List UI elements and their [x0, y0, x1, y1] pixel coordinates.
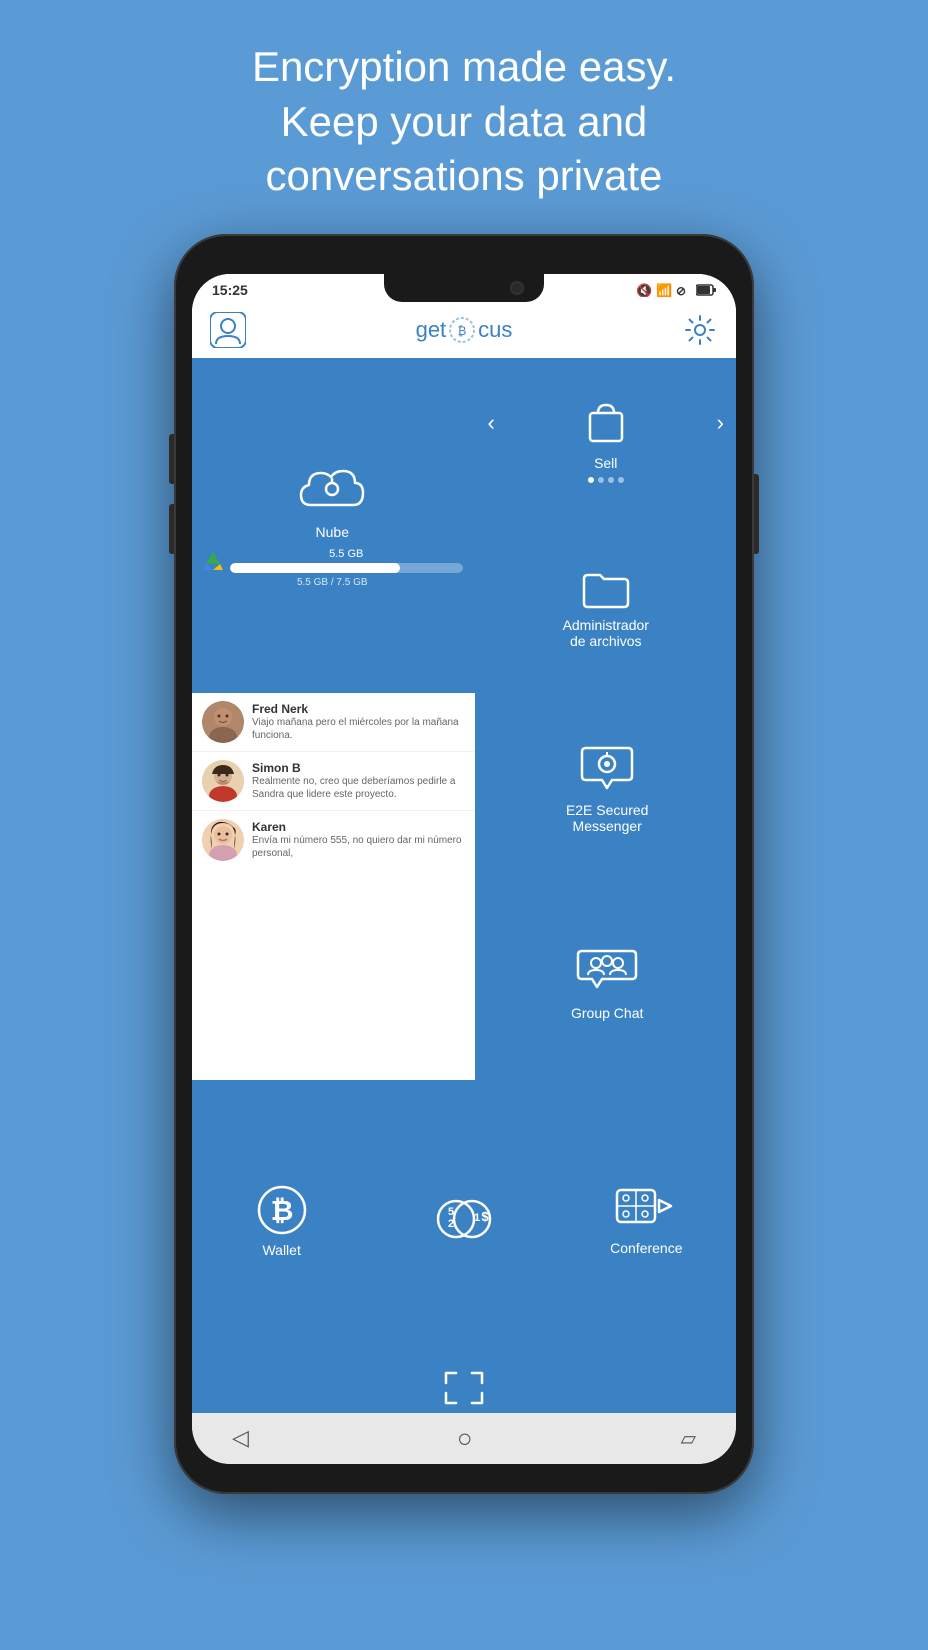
e2e-icon	[578, 744, 636, 796]
shop-cell[interactable]: ‹ › Sell	[476, 358, 737, 523]
cloud-icon	[297, 463, 367, 518]
dot-3	[608, 477, 614, 483]
fred-info: Fred Nerk Viajo mañana pero el miércoles…	[252, 702, 465, 742]
group-chat-cell[interactable]: Group Chat	[478, 888, 736, 1080]
col-right-top: ‹ › Sell	[476, 358, 737, 690]
files-cell[interactable]: Administrador de archivos	[476, 525, 737, 690]
simon-avatar-svg	[202, 760, 244, 802]
battery-icon	[696, 283, 716, 297]
phone-btn-right	[754, 474, 759, 554]
scan-bar[interactable]	[192, 1363, 736, 1413]
dot-4	[618, 477, 624, 483]
group-chat-label: Group Chat	[571, 1005, 643, 1021]
col-right-messenger: E2E Secured Messenger G	[478, 693, 736, 1080]
mute-icon: 🔇	[636, 283, 652, 297]
hero-text: Encryption made easy. Keep your data and…	[172, 0, 756, 234]
shop-prev-icon[interactable]: ‹	[488, 410, 495, 436]
main-grid: Nube 5.5 GB	[192, 358, 736, 1413]
svg-text:1: 1	[474, 1212, 480, 1224]
contact-simon[interactable]: Simon B Realmente no, creo que deberíamo…	[192, 752, 475, 811]
wallet-cell[interactable]: ₿ Wallet	[192, 1083, 371, 1360]
status-time: 15:25	[212, 282, 248, 298]
contact-fred[interactable]: Fred Nerk Viajo mañana pero el miércoles…	[192, 693, 475, 752]
fred-avatar-svg	[202, 701, 244, 743]
e2e-cell[interactable]: E2E Secured Messenger	[478, 693, 736, 885]
files-label: Administrador de archivos	[563, 617, 649, 649]
simon-msg: Realmente no, creo que deberíamos pedirl…	[252, 775, 465, 801]
nube-cell[interactable]: Nube 5.5 GB	[192, 358, 473, 690]
conference-icon	[615, 1186, 677, 1234]
top-nav: get ₿ cus	[192, 302, 736, 358]
logo-icon: ₿	[448, 316, 476, 344]
camera-dot	[510, 281, 524, 295]
bitcoin-icon: ₿	[256, 1184, 308, 1236]
shop-dots	[588, 477, 624, 483]
logo-cus: cus	[478, 317, 512, 343]
dot-2	[598, 477, 604, 483]
storage-info: 5.5 GB	[230, 548, 463, 573]
simon-name: Simon B	[252, 761, 465, 775]
profile-icon[interactable]	[210, 312, 246, 348]
nube-label: Nube	[316, 524, 349, 540]
scan-icon	[442, 1369, 486, 1407]
simon-info: Simon B Realmente no, creo que deberíamo…	[252, 761, 465, 801]
shop-nav: ‹ ›	[476, 397, 737, 449]
conference-label: Conference	[610, 1240, 682, 1256]
progress-bar-fill	[230, 563, 400, 573]
storage-row: 5.5 GB	[202, 548, 463, 573]
svg-text:2: 2	[448, 1218, 454, 1230]
fred-avatar	[202, 701, 244, 743]
status-icons: 🔇 📶 ⊘	[636, 283, 716, 297]
fred-name: Fred Nerk	[252, 702, 465, 716]
coins-cell[interactable]: 5 2 1 $	[374, 1083, 553, 1360]
wallet-label: Wallet	[262, 1242, 300, 1258]
contact-karen[interactable]: Karen Envía mi número 555, no quiero dar…	[192, 811, 475, 869]
shop-label: Sell	[594, 455, 617, 471]
google-drive-icon	[202, 550, 224, 572]
svg-text:₿: ₿	[458, 324, 467, 338]
karen-msg: Envía mi número 555, no quiero dar mi nú…	[252, 834, 465, 860]
svg-text:🔇: 🔇	[636, 283, 652, 297]
karen-avatar-svg	[202, 819, 244, 861]
progress-bar-wrap	[230, 563, 463, 573]
row-messenger: Fred Nerk Viajo mañana pero el miércoles…	[192, 693, 736, 1080]
shop-next-icon[interactable]: ›	[717, 410, 724, 436]
karen-avatar	[202, 819, 244, 861]
back-button[interactable]: ◁	[232, 1425, 249, 1451]
shop-bag-icon	[582, 397, 630, 449]
wifi-icon: 📶	[656, 283, 672, 297]
contacts-cell: Fred Nerk Viajo mañana pero el miércoles…	[192, 693, 475, 1080]
storage-used: 5.5 GB	[230, 548, 463, 560]
svg-text:$: $	[481, 1209, 489, 1224]
notch	[384, 274, 544, 302]
phone-btn-left1	[169, 434, 174, 484]
phone-wrapper: 15:25 🔇 📶 ⊘ get	[174, 234, 754, 1494]
e2e-label: E2E Secured Messenger	[566, 802, 649, 834]
group-chat-icon	[576, 947, 638, 999]
settings-icon[interactable]	[682, 312, 718, 348]
svg-text:5: 5	[448, 1206, 454, 1218]
bottom-bar: ◁ ○ ▱	[192, 1413, 736, 1464]
home-button[interactable]: ○	[457, 1423, 473, 1454]
folder-icon	[580, 567, 632, 611]
karen-name: Karen	[252, 820, 465, 834]
coins-icon: 5 2 1 $	[434, 1195, 494, 1247]
dnd-icon: ⊘	[676, 283, 692, 297]
simon-avatar	[202, 760, 244, 802]
fred-msg: Viajo mañana pero el miércoles por la ma…	[252, 716, 465, 742]
logo-get: get	[416, 317, 447, 343]
karen-info: Karen Envía mi número 555, no quiero dar…	[252, 820, 465, 860]
svg-text:₿: ₿	[270, 1195, 293, 1226]
row-top: Nube 5.5 GB	[192, 358, 736, 690]
conference-cell[interactable]: Conference	[557, 1083, 736, 1360]
phone-btn-left2	[169, 504, 174, 554]
svg-text:⊘: ⊘	[676, 284, 686, 297]
row-bottom: ₿ Wallet 5 2 1 $	[192, 1083, 736, 1360]
storage-sub: 5.5 GB / 7.5 GB	[297, 577, 368, 588]
app-logo: get ₿ cus	[416, 316, 513, 344]
svg-text:📶: 📶	[656, 283, 672, 297]
recent-button[interactable]: ▱	[681, 1426, 696, 1451]
dot-1	[588, 477, 594, 483]
phone-screen: 15:25 🔇 📶 ⊘ get	[192, 274, 736, 1464]
